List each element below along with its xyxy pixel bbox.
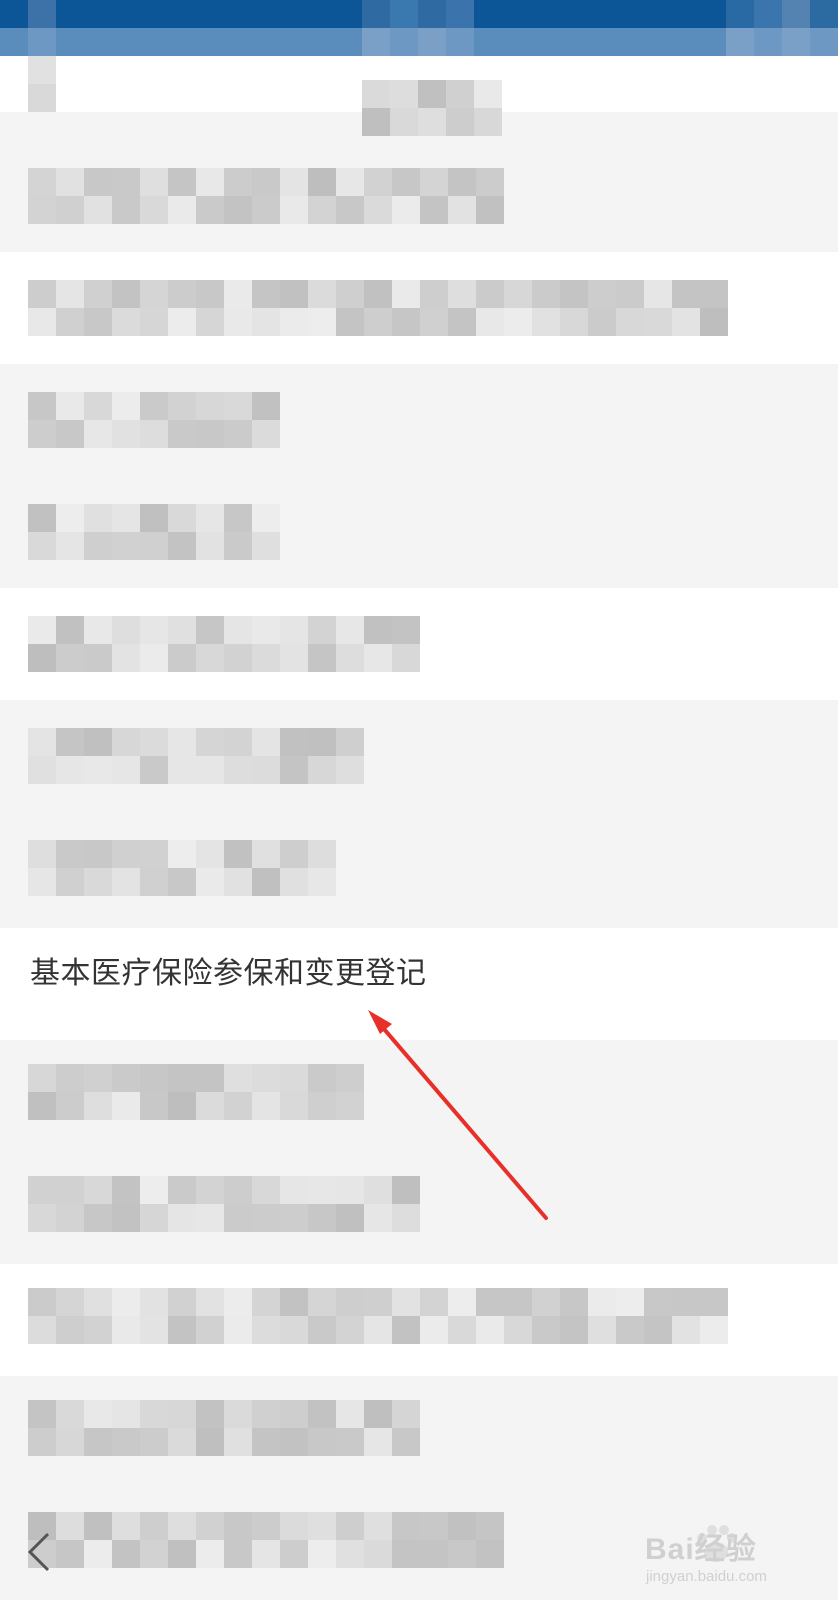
blurred-list-text [28, 392, 280, 448]
blurred-list-text [28, 504, 280, 560]
list-item-label: 基本医疗保险参保和变更登记 [30, 956, 427, 991]
top-bar-pixel [362, 28, 390, 56]
watermark-url: jingyan.baidu.com [646, 1568, 767, 1585]
blurred-list-text [28, 1176, 420, 1232]
blurred-list-text [28, 728, 364, 784]
top-bar-pixel [810, 28, 838, 56]
back-chevron-icon[interactable] [22, 1530, 62, 1574]
top-bar-pixel [418, 0, 446, 28]
blurred-list-text [28, 1288, 728, 1344]
blurred-list-text [28, 1512, 504, 1568]
blurred-list-text [28, 840, 336, 896]
top-bar-pixel [418, 28, 446, 56]
top-bar-pixel [390, 0, 418, 28]
top-bar-pixel [28, 0, 56, 28]
blurred-list-text [28, 1400, 420, 1456]
blurred-list-text [28, 56, 56, 112]
watermark-brand: Bai经验 [645, 1533, 757, 1566]
blurred-list-text [28, 616, 420, 672]
top-bar-pixel [782, 28, 810, 56]
top-bar-pixel [810, 0, 838, 28]
top-bar-pixel [754, 0, 782, 28]
top-bar-pixel [28, 28, 56, 56]
top-bar [0, 0, 838, 56]
blurred-list-text [28, 168, 504, 224]
blurred-list-text [28, 280, 728, 336]
top-bar-pixel [782, 0, 810, 28]
top-bar-pixel [446, 0, 474, 28]
top-bar-pixel [726, 0, 754, 28]
top-bar-pixel [726, 28, 754, 56]
top-bar-pixel [362, 0, 390, 28]
blurred-list-text [362, 80, 502, 136]
top-bar-pixel [754, 28, 782, 56]
top-bar-pixel [446, 28, 474, 56]
top-bar-pixel [390, 28, 418, 56]
blurred-list-text [28, 1064, 364, 1120]
